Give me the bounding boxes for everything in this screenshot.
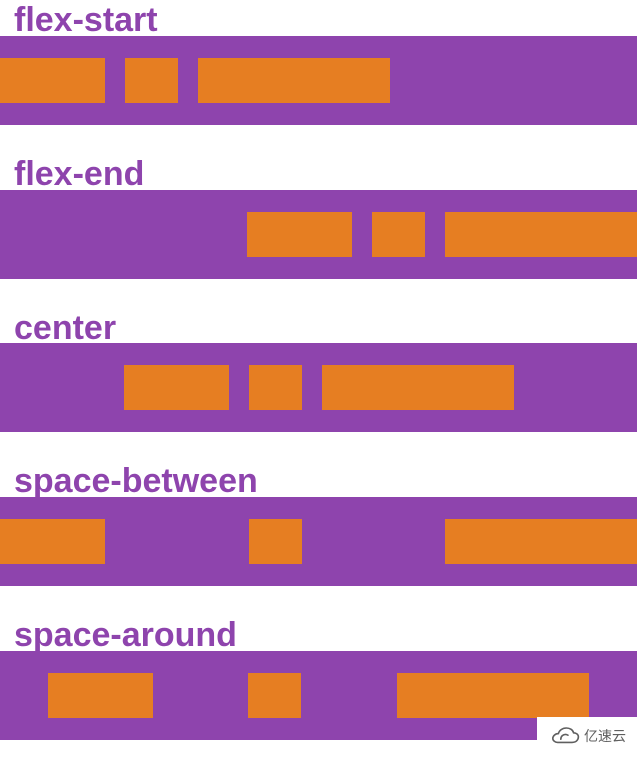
label-flex-start: flex-start [0,0,637,41]
section-flex-start: flex-start [0,0,637,125]
section-flex-end: flex-end [0,154,637,279]
flex-item [249,365,302,410]
flex-item [397,673,589,718]
flex-item [0,519,105,564]
demo-space-between [0,497,637,586]
cloud-icon [548,726,580,746]
flex-item [48,673,153,718]
section-center: center [0,308,637,433]
label-space-around: space-around [0,615,637,656]
brand-badge: 亿速云 [537,717,637,755]
flex-item [125,58,178,103]
section-space-between: space-between [0,461,637,586]
flex-item [0,58,105,103]
demo-flex-start [0,36,637,125]
brand-name: 亿速云 [584,726,626,746]
flex-item [445,212,637,257]
label-space-between: space-between [0,461,637,502]
demo-center [0,343,637,432]
flex-item [247,212,352,257]
flex-item [124,365,229,410]
flex-item [445,519,637,564]
flex-item [248,673,301,718]
flex-item [372,212,425,257]
flex-item [249,519,302,564]
flex-item [322,365,514,410]
label-center: center [0,308,637,349]
label-flex-end: flex-end [0,154,637,195]
demo-flex-end [0,190,637,279]
flex-item [198,58,390,103]
